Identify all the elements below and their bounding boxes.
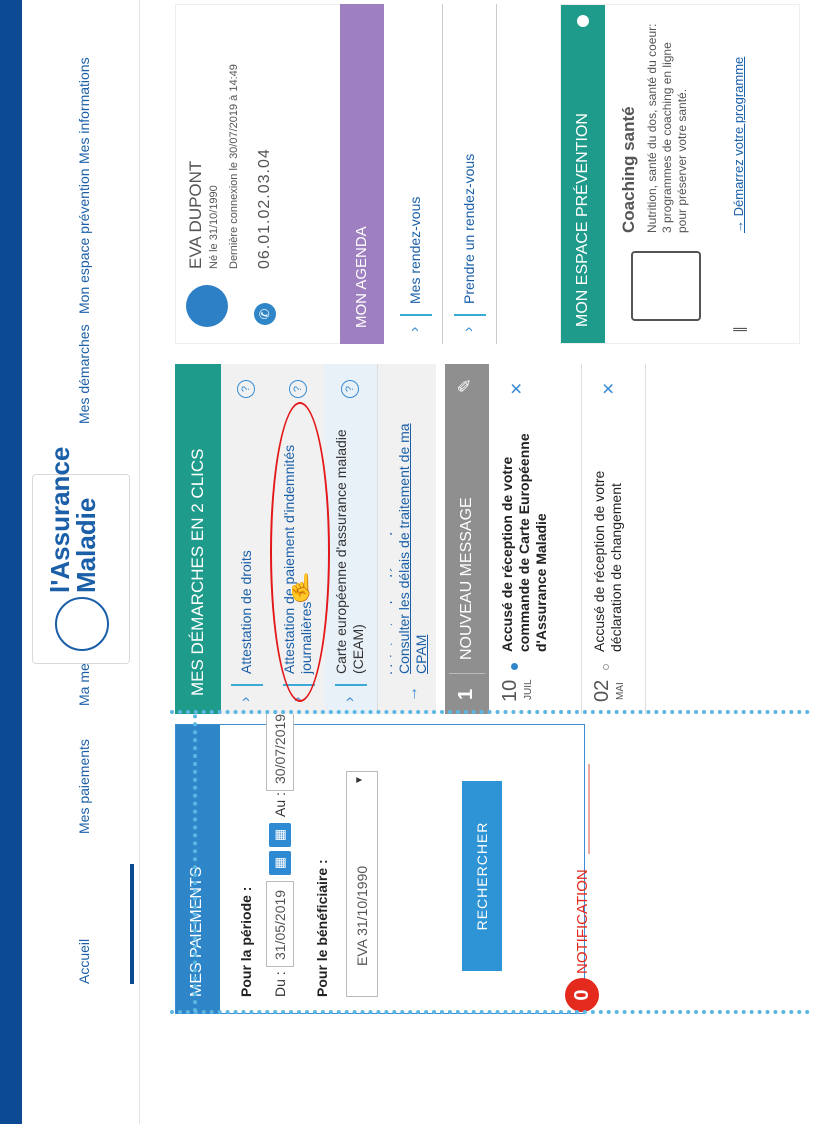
agenda-link-label: Prendre un rendez-vous <box>461 153 477 304</box>
top-bar <box>0 0 22 1124</box>
au-calendar-icon-left[interactable]: ▦ <box>269 823 291 847</box>
prendre-rendez-vous-link[interactable]: › Prendre un rendez-vous <box>444 4 497 344</box>
close-icon[interactable]: ✕ <box>507 382 527 395</box>
mes-rendez-vous-link[interactable]: › Mes rendez-vous <box>390 4 443 344</box>
rechercher-button[interactable]: RECHERCHER <box>462 781 502 971</box>
phone-icon: ✆ <box>254 303 276 325</box>
guide-line <box>193 714 197 1012</box>
demarche-label: Attestation de droits <box>238 550 254 674</box>
message-item[interactable]: 10 JUIL Accusé de réception de votre com… <box>493 364 582 714</box>
notification-count-badge: 0 <box>565 978 599 1012</box>
guide-line <box>170 1010 810 1014</box>
nav-mon-espace-prevention[interactable]: Mon espace prévention <box>76 168 92 314</box>
notification-divider <box>588 764 590 854</box>
au-label: Au : <box>272 792 288 817</box>
prevention-panel: MON ESPACE PRÉVENTION Coaching santé Nut… <box>560 4 800 344</box>
beneficiaire-label: Pour le bénéficiaire : <box>314 859 330 997</box>
periode-label: Pour la période : <box>238 886 254 997</box>
chevron-right-icon: › <box>406 326 423 332</box>
select-chevron-down-icon: ▼ <box>354 775 365 785</box>
help-icon[interactable]: ? <box>341 380 359 398</box>
avatar <box>186 285 228 327</box>
consulter-delais-link[interactable]: → Consulter les délais de traitement de … <box>392 364 436 714</box>
message-month: MAI <box>615 682 626 700</box>
mes-paiements-title: MES PAIEMENTS <box>176 725 220 1013</box>
assurance-maladie-logo[interactable]: l'Assurance Maladie <box>32 447 130 664</box>
highlight-ellipse <box>270 402 330 702</box>
coaching-heading: Coaching santé <box>619 106 638 233</box>
notification-label[interactable]: NOTIFICATION <box>574 869 591 974</box>
chevron-right-icon: › <box>237 696 254 702</box>
page-stage: Accueil Mes paiements Ma messagerie l'As… <box>0 0 817 1124</box>
pause-icon[interactable]: ∥ <box>731 326 748 333</box>
du-date-input[interactable]: 31/05/2019 <box>266 881 294 967</box>
demarrez-programme-link[interactable]: → Démarrez votre programme <box>731 13 746 233</box>
logo-mark-icon <box>55 597 109 651</box>
nav-mes-informations[interactable]: Mes informations <box>76 57 92 164</box>
message-month: JUIL <box>523 679 534 700</box>
chevron-right-icon: › <box>341 696 358 702</box>
message-subject: Accusé de réception de votre commande de… <box>499 433 549 652</box>
guide-line <box>170 710 810 714</box>
nouveau-message-title: NOUVEAU MESSAGE <box>458 497 475 660</box>
du-label: Du : <box>272 971 288 997</box>
cursor-pointer-icon: ☝ <box>285 572 318 603</box>
message-item[interactable]: 02 MAI Accusé de réception de votre décl… <box>585 364 646 714</box>
main-nav: Accueil Mes paiements Ma messagerie l'As… <box>22 0 140 1124</box>
nouveau-message-panel: 1 NOUVEAU MESSAGE ✎ 10 JUIL Accusé de ré… <box>445 364 646 714</box>
carousel-dot-icon[interactable] <box>577 15 589 27</box>
mes-paiements-panel: MES PAIEMENTS Pour la période : Du : 31/… <box>175 701 585 1014</box>
message-count: 1 <box>455 688 477 700</box>
agenda-link-label: Mes rendez-vous <box>407 196 423 304</box>
compose-icon[interactable]: ✎ <box>455 378 476 393</box>
link-label: Consulter les délais de traitement de ma… <box>396 423 429 674</box>
demarche-label: Carte européenne d'assurance maladie (CE… <box>333 429 366 674</box>
active-nav-indicator <box>130 864 134 984</box>
demarche-row-attestation-droits[interactable]: › Attestation de droits ? <box>221 364 274 714</box>
message-day: 10 <box>499 679 521 702</box>
agenda-panel: MON AGENDA › Mes rendez-vous › Prendre u… <box>340 4 550 344</box>
chevron-right-icon: › <box>460 326 477 332</box>
read-dot-icon <box>603 664 609 670</box>
logo-line2: Maladie <box>71 497 101 593</box>
nav-mes-demarches[interactable]: Mes démarches <box>76 324 92 424</box>
profile-phone: 06.01.02.03.04 <box>256 148 273 269</box>
message-subject: Accusé de réception de votre déclaration… <box>591 470 624 652</box>
profile-last-login: Dernière connexion le 30/07/2019 à 14:49 <box>228 64 240 269</box>
arrow-right-icon: → <box>404 686 421 702</box>
unread-dot-icon <box>511 663 518 670</box>
nav-accueil[interactable]: Accueil <box>76 939 92 984</box>
demarche-row-ceam[interactable]: › Carte européenne d'assurance maladie (… <box>325 364 378 714</box>
coaching-body: Nutrition, santé du dos, santé du coeur:… <box>645 23 689 233</box>
du-calendar-icon[interactable]: ▦ <box>269 851 291 875</box>
profile-name: EVA DUPONT <box>186 160 205 269</box>
close-icon[interactable]: ✕ <box>599 382 619 395</box>
beneficiaire-select[interactable]: EVA 31/10/1990 <box>346 771 378 997</box>
au-date-input[interactable]: 30/07/2019 <box>266 701 294 791</box>
demarches-title: MES DÉMARCHES EN 2 CLICS <box>175 364 221 714</box>
profile-birth: Né le 31/10/1990 <box>208 185 220 269</box>
profile-card: EVA DUPONT Né le 31/10/1990 Dernière con… <box>175 4 355 344</box>
prevention-title: MON ESPACE PRÉVENTION <box>561 5 605 343</box>
nav-mes-paiements[interactable]: Mes paiements <box>76 739 92 834</box>
agenda-title: MON AGENDA <box>340 4 384 344</box>
laptop-coaching-icon <box>631 251 701 321</box>
help-icon[interactable]: ? <box>237 380 255 398</box>
message-day: 02 <box>591 679 613 702</box>
help-icon[interactable]: ? <box>289 380 307 398</box>
